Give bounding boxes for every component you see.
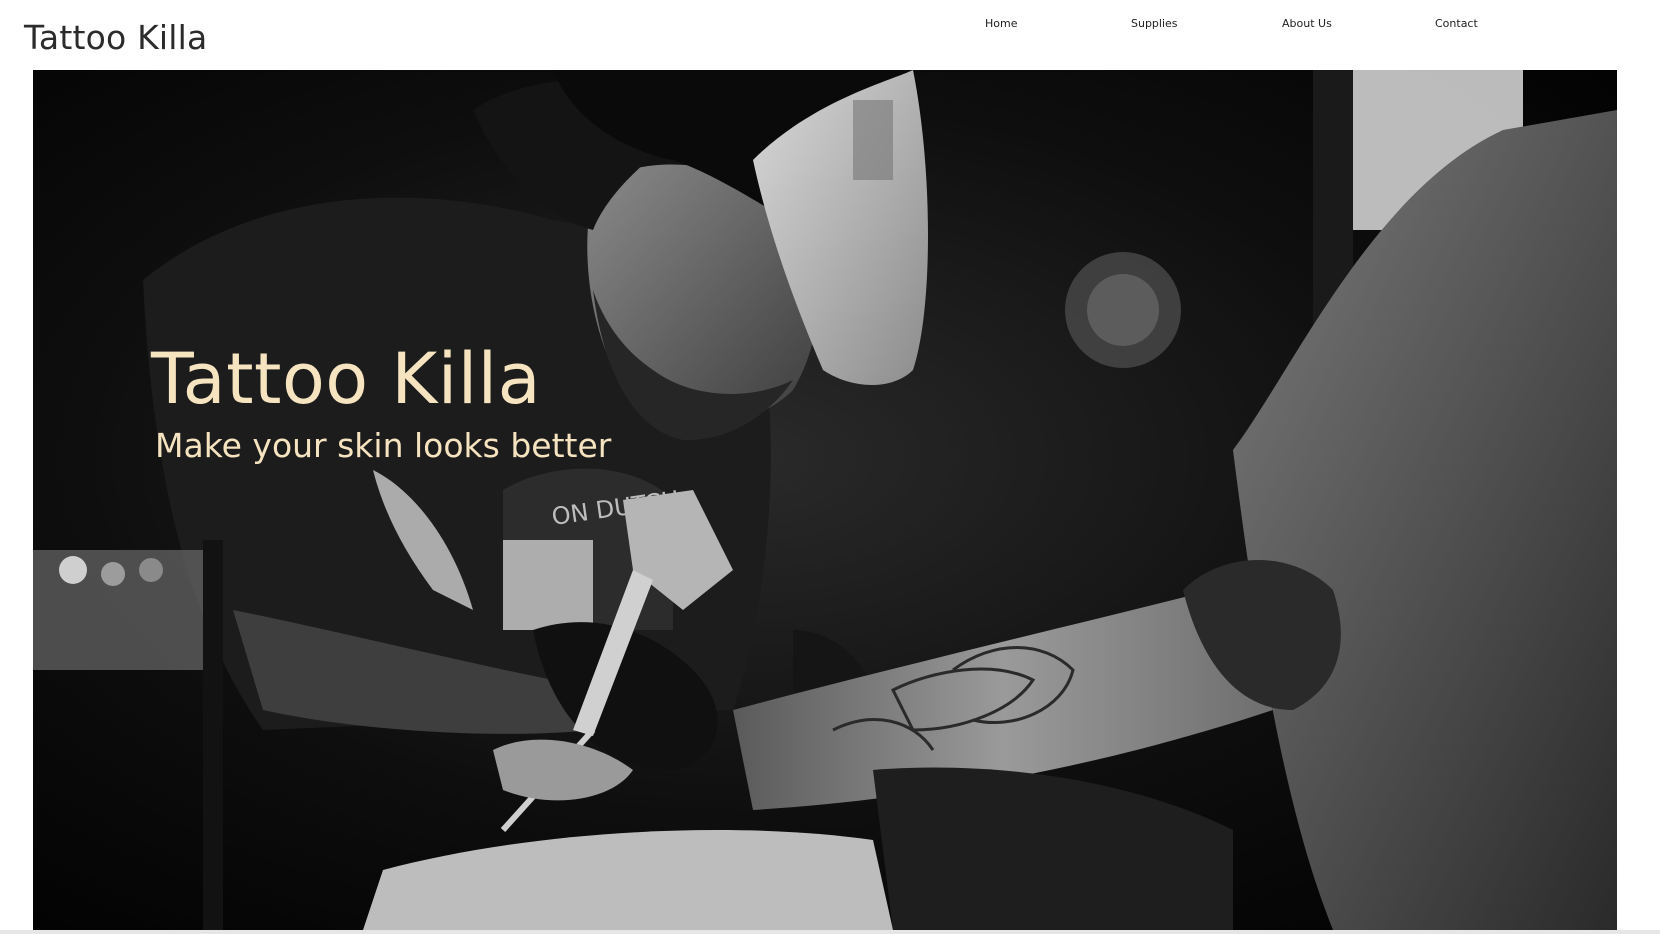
hero-photo: ON DUTCH [33,70,1617,930]
main-nav: Home Supplies About Us Contact [0,17,1660,37]
page-bottom-edge [0,930,1660,934]
site-header: Tattoo Killa Home Supplies About Us Cont… [0,0,1660,70]
nav-link-contact[interactable]: Contact [1435,17,1478,30]
nav-link-supplies[interactable]: Supplies [1131,17,1178,30]
nav-link-about-us[interactable]: About Us [1282,17,1332,30]
nav-link-home[interactable]: Home [985,17,1017,30]
hero-subtitle: Make your skin looks better [155,426,612,465]
hero-title: Tattoo Killa [151,338,542,420]
hero-banner: ON DUTCH Tattoo Killa Make your skin loo… [33,70,1617,930]
